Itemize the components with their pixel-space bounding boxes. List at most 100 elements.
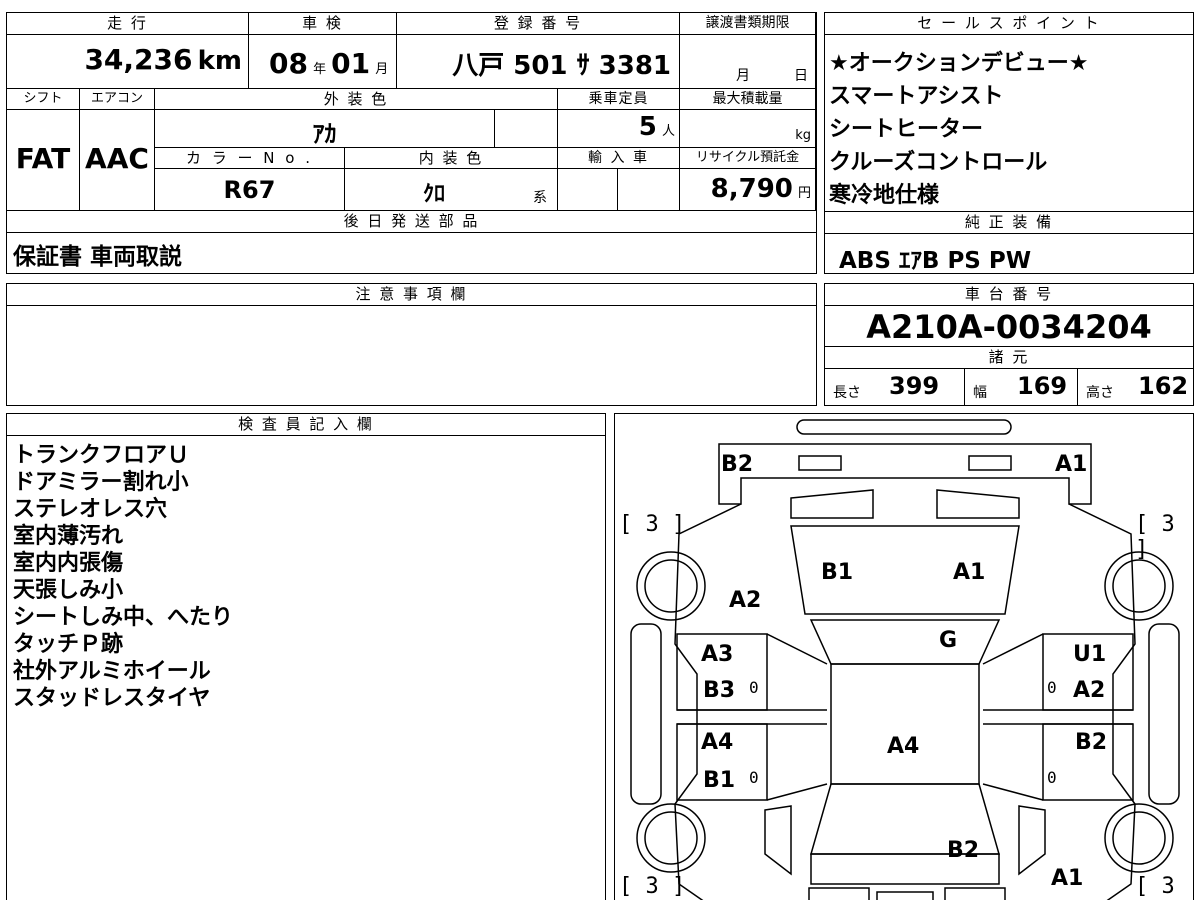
mileage-cell: 34,236 km [7, 35, 249, 89]
tire-mark-front-right: [ 3 ] [1135, 874, 1175, 900]
registration-header: 登 録 番 号 [397, 13, 680, 35]
exterior-color-cell: ｱｶ [155, 110, 495, 148]
damage-left-rear-door-bottom: B3 [703, 678, 736, 703]
notes-header: 注 意 事 項 欄 [7, 284, 816, 306]
damage-rear-right: A1 [1055, 452, 1088, 477]
later-parts-header: 後 日 発 送 部 品 [7, 211, 816, 233]
recycle-cell: 8,790 円 [680, 169, 816, 211]
damage-rear-glass-left: B1 [821, 560, 854, 585]
chassis-value: A210A-0034204 [866, 308, 1152, 346]
later-parts-cell: 保証書 車両取説 [13, 237, 803, 270]
aircon-cell: AAC [80, 110, 155, 211]
exterior-value: ｱｶ [312, 120, 337, 148]
chassis-header: 車 台 番 号 [825, 284, 1193, 306]
inspector-list: トランクフロアＵ ドアミラー割れ小 ステレオレス穴 室内薄汚れ 室内内張傷 天張… [13, 442, 233, 712]
sales-points-list: ★オークションデビュー★ スマートアシスト シートヒーター クルーズコントロール… [829, 47, 1088, 212]
inspector-header: 検 査 員 記 入 欄 [7, 414, 605, 436]
chassis-box: 車 台 番 号 A210A-0034204 諸 元 長さ 399 幅 169 高… [824, 283, 1194, 406]
sales-point: スマートアシスト [829, 84, 1004, 109]
inspector-line: タッチＰ跡 [13, 632, 124, 657]
seating-header: 乗車定員 [558, 89, 680, 110]
exterior-header: 外 装 色 [155, 89, 558, 110]
transfer-month-unit: 月 [736, 68, 750, 84]
load-cell: kg [680, 110, 816, 148]
transfer-deadline-header: 譲渡書類期限 [680, 13, 816, 35]
recycle-header: リサイクル預託金 [680, 148, 816, 169]
interior-unit: 系 [533, 190, 547, 206]
zero-mark: 0 [749, 768, 759, 787]
height-label: 高さ [1086, 385, 1114, 401]
inspector-line: ステレオレス穴 [13, 497, 168, 522]
zero-mark: 0 [749, 678, 759, 697]
inspector-line: 室内薄汚れ [13, 524, 124, 549]
inspector-line: 社外アルミホイール [13, 659, 211, 684]
later-parts-value: 保証書 車両取説 [13, 244, 183, 270]
recycle-value: 8,790 [710, 174, 793, 204]
equipment-header: 純 正 装 備 [825, 212, 1193, 234]
mileage-header: 走 行 [7, 13, 249, 35]
damage-rear-quarter-left: A2 [729, 588, 762, 613]
inspector-line: 室内内張傷 [13, 551, 124, 576]
vehicle-info-table: 走 行 車 検 登 録 番 号 譲渡書類期限 34,236 km 08 年 01… [6, 12, 817, 274]
damage-left-front-door-bottom: B1 [703, 768, 736, 793]
color-no-cell: R67 [155, 169, 345, 211]
equipment-cell: ABS ｴｱB PS PW [839, 241, 1031, 275]
inspection-month-unit: 月 [375, 62, 389, 77]
transfer-day-unit: 日 [794, 68, 808, 84]
sales-points-header: セ ー ル ス ポ イ ン ト [825, 13, 1193, 35]
load-header: 最大積載量 [680, 89, 816, 110]
aircon-header: エアコン [80, 89, 155, 110]
seating-value: 5 [638, 112, 657, 142]
damage-front-right: A1 [1051, 866, 1084, 891]
zero-mark: 0 [1047, 768, 1057, 787]
tire-mark-rear-right: [ 3 ] [1135, 512, 1175, 562]
width-cell: 幅 169 [965, 369, 1078, 405]
import-cell-b [618, 169, 680, 211]
inspection-month: 01 [331, 47, 371, 80]
damage-left-rear-door-top: A3 [701, 642, 734, 667]
zero-mark: 0 [1047, 678, 1057, 697]
damage-rear-glass-right: A1 [953, 560, 986, 585]
mileage-unit: km [197, 46, 242, 76]
registration-value: 八戸 501 ｻ 3381 [452, 51, 671, 81]
load-unit: kg [795, 128, 811, 143]
width-value: 169 [1017, 372, 1068, 400]
car-damage-diagram: [ 3 ] [ 3 ] [ 3 ] [ 3 ] B2 A1 B1 A1 A2 G… [614, 413, 1194, 900]
inspector-box: 検 査 員 記 入 欄 トランクフロアＵ ドアミラー割れ小 ステレオレス穴 室内… [6, 413, 606, 900]
damage-roof: G [939, 628, 958, 653]
height-value: 162 [1138, 372, 1189, 400]
inspection-year: 08 [269, 47, 308, 80]
inspection-header: 車 検 [249, 13, 397, 35]
length-label: 長さ [833, 385, 861, 401]
sales-point: ★オークションデビュー★ [829, 51, 1089, 76]
notes-box: 注 意 事 項 欄 [6, 283, 817, 406]
damage-right-rear-door-bottom: A2 [1073, 678, 1106, 703]
sales-point: クルーズコントロール [829, 150, 1048, 175]
length-value: 399 [889, 372, 940, 400]
damage-hood: B2 [947, 838, 980, 863]
shift-header: シフト [7, 89, 80, 110]
tire-mark-rear-left: [ 3 ] [619, 512, 686, 537]
damage-rear-left: B2 [721, 452, 754, 477]
chassis-cell: A210A-0034204 [825, 306, 1193, 346]
inspector-line: 天張しみ小 [13, 578, 124, 603]
registration-cell: 八戸 501 ｻ 3381 [397, 35, 680, 89]
sales-point: 寒冷地仕様 [829, 183, 940, 208]
inspector-line: トランクフロアＵ [13, 443, 190, 468]
import-cell-a [558, 169, 618, 211]
inspection-year-unit: 年 [313, 62, 327, 77]
aircon-value: AAC [85, 142, 149, 175]
sales-point: シートヒーター [829, 117, 984, 142]
sales-points-box: セ ー ル ス ポ イ ン ト ★オークションデビュー★ スマートアシスト シー… [824, 12, 1194, 274]
equipment-value: ABS ｴｱB PS PW [839, 248, 1032, 274]
seating-unit: 人 [661, 124, 675, 139]
inspector-line: シートしみ中、へたり [13, 605, 234, 630]
damage-center-roof: A4 [887, 734, 920, 759]
interior-header: 内 装 色 [345, 148, 558, 169]
damage-right-rear-door-top: U1 [1073, 642, 1107, 667]
seating-cell: 5 人 [558, 110, 680, 148]
inspector-line: ドアミラー割れ小 [13, 470, 189, 495]
transfer-deadline-cell: 月 日 [680, 35, 816, 89]
mileage-value: 34,236 [84, 43, 193, 76]
damage-right-front-door: B2 [1075, 730, 1108, 755]
